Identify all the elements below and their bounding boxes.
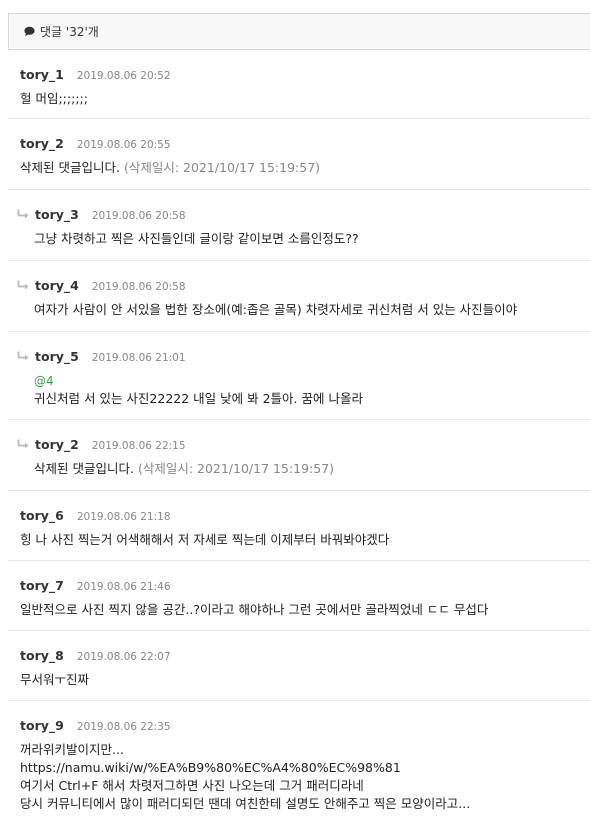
comment-author[interactable]: tory_5: [35, 349, 79, 364]
comment-author[interactable]: tory_4: [35, 278, 79, 293]
comment-meta: tory_1 2019.08.06 20:52: [20, 67, 171, 82]
comment-meta: tory_3 2019.08.06 20:58: [17, 207, 186, 222]
comment-date: 2019.08.06 20:58: [91, 281, 186, 293]
comment-meta: tory_9 2019.08.06 22:35: [20, 718, 171, 733]
comment-text: 삭제된 댓글입니다. (삭제일시: 2021/10/17 15:19:57): [20, 159, 320, 177]
reply-arrow-icon: [17, 280, 29, 290]
deleted-timestamp: (삭제일시: 2021/10/17 15:19:57): [137, 461, 335, 476]
comment-meta: tory_5 2019.08.06 21:01: [17, 349, 186, 364]
comment-meta: tory_7 2019.08.06 21:46: [20, 578, 171, 593]
comment-text: 귀신처럼 서 있는 사진22222 내일 낮에 봐 2틀아. 꿈에 나올라: [34, 391, 363, 406]
comments-count-label: 댓글 '32'개: [40, 25, 99, 39]
comment-date: 2019.08.06 22:35: [76, 721, 171, 733]
comment-date: 2019.08.06 21:46: [76, 581, 171, 593]
comment-meta: tory_2 2019.08.06 20:55: [20, 136, 171, 151]
comment-body: @4 귀신처럼 서 있는 사진22222 내일 낮에 봐 2틀아. 꿈에 나올라: [34, 372, 363, 408]
comment-item: tory_1 2019.08.06 20:52 헐 머임;;;;;;;: [8, 50, 590, 119]
comment-author[interactable]: tory_3: [35, 207, 79, 222]
comment-date: 2019.08.06 20:52: [76, 70, 171, 82]
comment-item: tory_2 2019.08.06 20:55 삭제된 댓글입니다. (삭제일시…: [8, 119, 590, 190]
comment-link[interactable]: https://namu.wiki/w/%EA%B9%80%EC%A4%80%E…: [20, 759, 470, 777]
comments-header: 댓글 '32'개: [8, 13, 590, 50]
comment-date: 2019.08.06 21:01: [91, 352, 186, 364]
comment-date: 2019.08.06 22:07: [76, 651, 171, 663]
reply-arrow-icon: [17, 439, 29, 449]
comment-text: 그냥 차렷하고 찍은 사진들인데 글이랑 같이보면 소름인정도??: [34, 231, 359, 246]
comment-author[interactable]: tory_1: [20, 67, 64, 82]
mention-link[interactable]: @4: [34, 372, 363, 390]
comment-date: 2019.08.06 22:15: [91, 440, 186, 452]
comment-text: 무서워ㅜ진짜: [20, 672, 90, 687]
comment-text-line: 당시 커뮤니티에서 많이 패러디되던 땐데 여친한테 설명도 안해주고 찍은 모…: [20, 796, 471, 811]
comment-author[interactable]: tory_2: [20, 136, 64, 151]
comment-meta: tory_6 2019.08.06 21:18: [20, 508, 171, 523]
reply-item: tory_5 2019.08.06 21:01 @4 귀신처럼 서 있는 사진2…: [8, 332, 590, 420]
comment-author[interactable]: tory_2: [35, 437, 79, 452]
reply-item: tory_4 2019.08.06 20:58 여자가 사람이 안 서있을 법한…: [8, 261, 590, 332]
reply-arrow-icon: [17, 209, 29, 219]
comment-item: tory_7 2019.08.06 21:46 일반적으로 사진 찍지 않을 공…: [8, 561, 590, 631]
comment-author[interactable]: tory_6: [20, 508, 64, 523]
comment-list: tory_1 2019.08.06 20:52 헐 머임;;;;;;; tory…: [8, 50, 590, 824]
comment-text: 일반적으로 사진 찍지 않을 공간..?이라고 해야하나 그런 곳에서만 골라찍…: [20, 602, 489, 617]
comment-item: tory_9 2019.08.06 22:35 꺼라위키발이지만... http…: [8, 701, 590, 824]
comment-text-line: 꺼라위키발이지만...: [20, 742, 124, 757]
comment-item: tory_6 2019.08.06 21:18 힝 나 사진 찍는거 어색해해서…: [8, 491, 590, 561]
comment-date: 2019.08.06 20:55: [76, 139, 171, 151]
comment-meta: tory_4 2019.08.06 20:58: [17, 278, 186, 293]
reply-arrow-icon: [17, 351, 29, 361]
comment-text: 힝 나 사진 찍는거 어색해해서 저 자세로 찍는데 이제부터 바꿔봐야겠다: [20, 532, 390, 547]
deleted-comment-text: 삭제된 댓글입니다.: [20, 160, 120, 175]
deleted-comment-text: 삭제된 댓글입니다.: [34, 461, 134, 476]
comment-text: 여자가 사람이 안 서있을 법한 장소에(예:좁은 골목) 차렷자세로 귀신처럼…: [34, 302, 518, 317]
comment-item: tory_8 2019.08.06 22:07 무서워ㅜ진짜: [8, 631, 590, 701]
comment-author[interactable]: tory_7: [20, 578, 64, 593]
comment-meta: tory_8 2019.08.06 22:07: [20, 648, 171, 663]
reply-item: tory_3 2019.08.06 20:58 그냥 차렷하고 찍은 사진들인데…: [8, 190, 590, 261]
comment-text-line: 여기서 Ctrl+F 해서 차렷저그하면 사진 나오는데 그거 패러디라네: [20, 778, 364, 793]
comment-meta: tory_2 2019.08.06 22:15: [17, 437, 186, 452]
comment-text: 헐 머임;;;;;;;: [20, 91, 88, 106]
comment-date: 2019.08.06 20:58: [91, 210, 186, 222]
comment-date: 2019.08.06 21:18: [76, 511, 171, 523]
speech-bubble-icon: [24, 26, 35, 37]
comment-author[interactable]: tory_9: [20, 718, 64, 733]
comment-body: 꺼라위키발이지만... https://namu.wiki/w/%EA%B9%8…: [20, 741, 470, 813]
comment-author[interactable]: tory_8: [20, 648, 64, 663]
deleted-timestamp: (삭제일시: 2021/10/17 15:19:57): [123, 160, 321, 175]
comment-text: 삭제된 댓글입니다. (삭제일시: 2021/10/17 15:19:57): [34, 460, 334, 478]
reply-item: tory_2 2019.08.06 22:15 삭제된 댓글입니다. (삭제일시…: [8, 420, 590, 491]
